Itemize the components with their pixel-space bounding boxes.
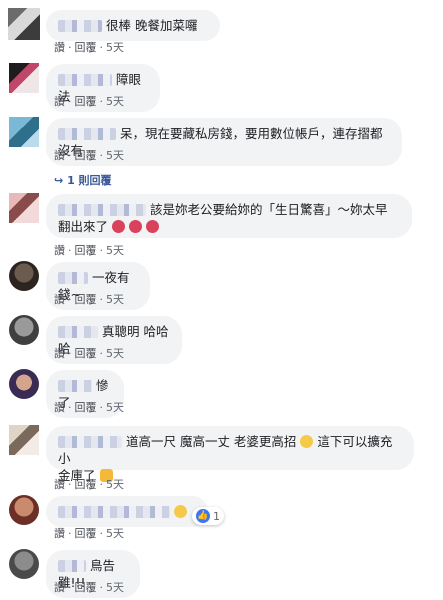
commenter-name[interactable] <box>58 128 116 140</box>
timestamp[interactable]: 5天 <box>106 147 124 163</box>
like-link[interactable]: 讚 <box>54 242 65 258</box>
comment-actions: 讚 · 回覆 · 5天 <box>54 345 124 361</box>
reply-link[interactable]: 回覆 <box>75 345 97 361</box>
like-link[interactable]: 讚 <box>54 147 65 163</box>
timestamp[interactable]: 5天 <box>106 242 124 258</box>
timestamp[interactable]: 5天 <box>106 93 124 109</box>
comment-text-cont: 翻出來了 <box>58 219 109 234</box>
reply-link[interactable]: 回覆 <box>75 291 97 307</box>
avatar[interactable] <box>9 63 39 93</box>
comment-actions: 讚 · 回覆 · 5天 <box>54 242 124 258</box>
avatar[interactable] <box>9 425 39 455</box>
comment-actions: 讚 · 回覆 · 5天 <box>54 147 124 163</box>
reply-link[interactable]: 回覆 <box>75 476 97 492</box>
commenter-name[interactable] <box>58 436 122 448</box>
comment-actions: 讚 · 回覆 · 5天 <box>54 579 124 595</box>
like-link[interactable]: 讚 <box>54 39 65 55</box>
reply-link[interactable]: 回覆 <box>75 525 97 541</box>
avatar[interactable] <box>9 495 39 525</box>
avatar[interactable] <box>9 369 39 399</box>
comment-bubble <box>46 496 208 527</box>
comment-actions: 讚 · 回覆 · 5天 <box>54 476 124 492</box>
avatar[interactable] <box>8 8 40 40</box>
like-link[interactable]: 讚 <box>54 525 65 541</box>
comment-actions: 讚 · 回覆 · 5天 <box>54 291 124 307</box>
avatar[interactable] <box>9 549 39 579</box>
devil-emoji-icon <box>145 220 159 233</box>
reply-link[interactable]: 回覆 <box>75 93 97 109</box>
avatar[interactable] <box>9 193 39 223</box>
like-link[interactable]: 讚 <box>54 476 65 492</box>
reply-link[interactable]: 回覆 <box>75 579 97 595</box>
reply-arrow-icon: ↪ <box>54 174 64 187</box>
avatar[interactable] <box>9 117 39 147</box>
reaction-count: 1 <box>213 509 220 523</box>
comment-bubble: 很棒 晚餐加菜囉 <box>46 10 220 41</box>
comment-actions: 讚 · 回覆 · 5天 <box>54 39 124 55</box>
commenter-name[interactable] <box>58 20 102 32</box>
like-link[interactable]: 讚 <box>54 399 65 415</box>
comment-text: 很棒 晚餐加菜囉 <box>105 18 198 33</box>
commenter-name[interactable] <box>58 272 88 284</box>
commenter-name[interactable] <box>58 560 86 572</box>
commenter-name[interactable] <box>58 204 146 216</box>
timestamp[interactable]: 5天 <box>106 399 124 415</box>
timestamp[interactable]: 5天 <box>106 476 124 492</box>
reply-link[interactable]: 回覆 <box>75 242 97 258</box>
commenter-name[interactable] <box>58 326 98 338</box>
thumbs-up-icon: 👍 <box>196 509 210 523</box>
reply-link[interactable]: 回覆 <box>75 147 97 163</box>
timestamp[interactable]: 5天 <box>106 525 124 541</box>
like-link[interactable]: 讚 <box>54 579 65 595</box>
view-replies-link[interactable]: ↪ 1 則回覆 <box>54 172 112 188</box>
timestamp[interactable]: 5天 <box>106 345 124 361</box>
comment-text: 道高一尺 魔高一丈 老婆更高招 <box>125 434 297 449</box>
commenter-name[interactable] <box>58 380 92 392</box>
comment-text: 該是妳老公要給妳的「生日驚喜」～妳太早 <box>149 202 388 217</box>
comment-actions: 讚 · 回覆 · 5天 <box>54 525 124 541</box>
timestamp[interactable]: 5天 <box>106 39 124 55</box>
reply-link[interactable]: 回覆 <box>75 399 97 415</box>
commenter-name[interactable] <box>58 506 170 518</box>
avatar[interactable] <box>9 261 39 291</box>
comment-feed: 很棒 晚餐加菜囉 讚 · 回覆 · 5天 障眼法 讚 · 回覆 · 5天 呆，現在要藏私房錢，要… <box>0 0 443 600</box>
devil-emoji-icon <box>128 220 142 233</box>
comment-actions: 讚 · 回覆 · 5天 <box>54 399 124 415</box>
reply-link[interactable]: 回覆 <box>75 39 97 55</box>
reaction-summary[interactable]: 👍 1 <box>192 507 224 525</box>
comment-actions: 讚 · 回覆 · 5天 <box>54 93 124 109</box>
like-link[interactable]: 讚 <box>54 345 65 361</box>
timestamp[interactable]: 5天 <box>106 579 124 595</box>
like-link[interactable]: 讚 <box>54 291 65 307</box>
commenter-name[interactable] <box>58 74 112 86</box>
avatar[interactable] <box>9 315 39 345</box>
timestamp[interactable]: 5天 <box>106 291 124 307</box>
rofl-emoji-icon <box>300 435 314 448</box>
comment-bubble: 該是妳老公要給妳的「生日驚喜」～妳太早 翻出來了 <box>46 194 412 238</box>
rofl-emoji-icon <box>173 505 187 518</box>
comment-bubble: 道高一尺 魔高一丈 老婆更高招 這下可以擴充小 金庫了 <box>46 426 414 483</box>
devil-emoji-icon <box>112 220 125 233</box>
like-link[interactable]: 讚 <box>54 93 65 109</box>
